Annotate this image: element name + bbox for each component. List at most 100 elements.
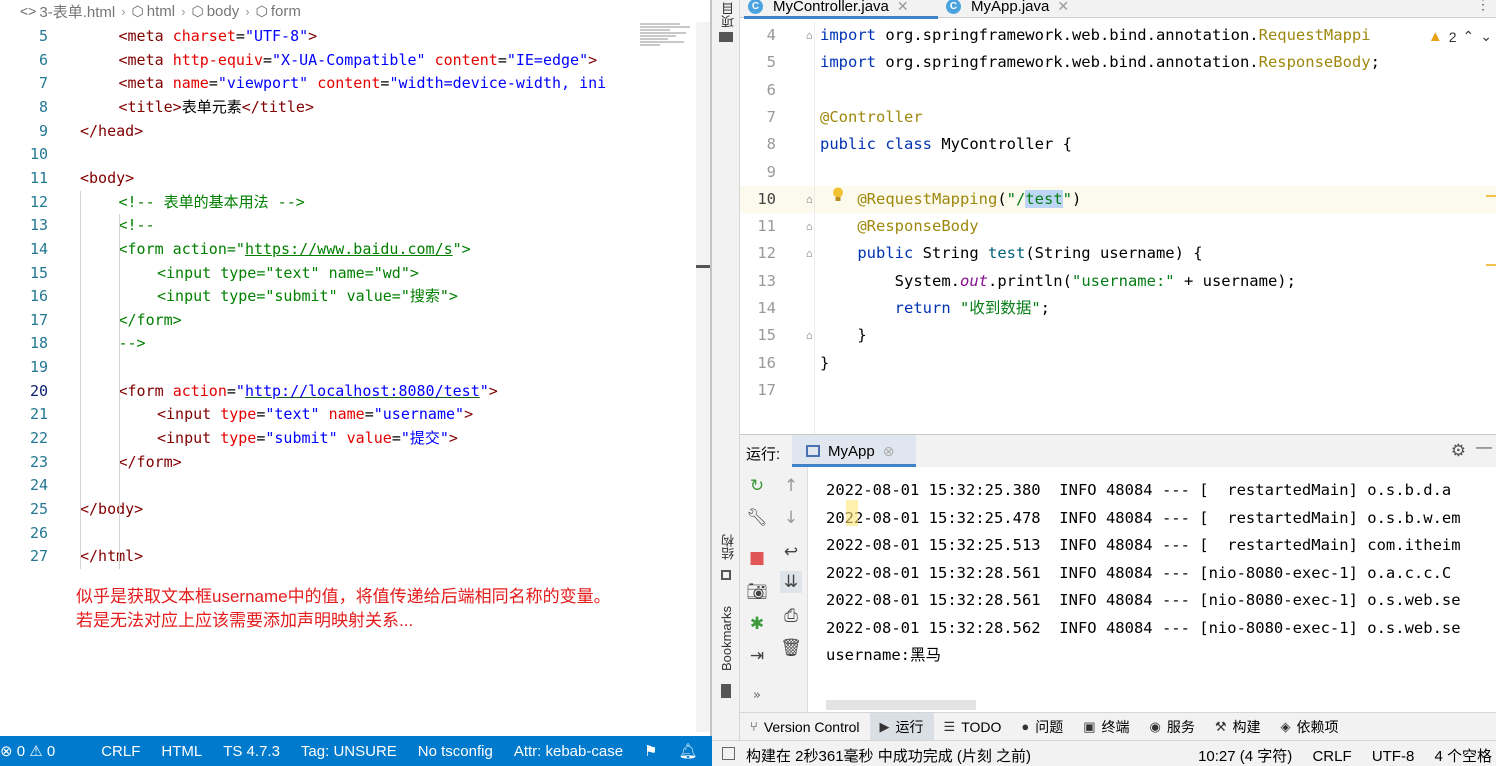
tab-myapp[interactable]: C MyApp.java ✕ bbox=[946, 0, 1069, 16]
code-line[interactable]: 13 System.out.println("username:" + user… bbox=[740, 268, 1496, 295]
structure-tool-label[interactable]: 结构 bbox=[719, 534, 738, 560]
code-line[interactable]: 11 @ResponseBody bbox=[740, 213, 1496, 240]
close-icon[interactable]: ✕ bbox=[1057, 0, 1069, 15]
code-line[interactable]: 7 <meta name="viewport" content="width=de… bbox=[0, 72, 636, 96]
stop-icon[interactable]: ■ bbox=[746, 547, 768, 569]
code-line[interactable]: 9 </head> bbox=[0, 120, 636, 144]
arrow-up-icon[interactable]: ↑ bbox=[780, 475, 802, 497]
bookmarks-tool-label[interactable]: Bookmarks bbox=[719, 606, 734, 671]
debug-icon[interactable]: ✱ bbox=[746, 613, 768, 635]
code-line[interactable]: 10 @RequestMapping("/test") bbox=[740, 186, 1496, 213]
fold-marker-icon[interactable]: ⌂ bbox=[806, 329, 813, 342]
feedback-icon[interactable]: ⚑ bbox=[644, 742, 657, 760]
scroll-to-end-icon[interactable]: ⇊ bbox=[780, 571, 802, 593]
camera-icon[interactable]: 📷︎ bbox=[746, 581, 768, 603]
trash-icon[interactable]: 🗑︎ bbox=[780, 637, 802, 659]
code-line[interactable]: 19 bbox=[0, 356, 636, 380]
project-tool-label[interactable]: 项目 bbox=[719, 2, 738, 28]
tab-mycontroller[interactable]: C MyController.java ✕ bbox=[748, 0, 909, 16]
code-line[interactable]: 23 </form> bbox=[0, 451, 636, 475]
breadcrumb-html[interactable]: html bbox=[147, 3, 175, 20]
line-separator[interactable]: CRLF bbox=[1312, 748, 1351, 765]
tool-tab-todo[interactable]: ☰ TODO bbox=[934, 713, 1012, 741]
gear-icon[interactable]: ⚙ bbox=[1451, 441, 1466, 461]
language-mode[interactable]: HTML bbox=[161, 743, 202, 760]
code-line[interactable]: 18 --> bbox=[0, 332, 636, 356]
breadcrumb-form[interactable]: form bbox=[271, 3, 301, 20]
minimize-icon[interactable]: — bbox=[1476, 439, 1492, 457]
fold-marker-icon[interactable]: ⌂ bbox=[806, 220, 813, 233]
console-hscrollbar[interactable] bbox=[826, 700, 976, 710]
code-line[interactable]: 6 bbox=[740, 77, 1496, 104]
tool-tab-build[interactable]: ⚒ 构建 bbox=[1205, 713, 1271, 741]
exit-icon[interactable]: ⇥ bbox=[746, 645, 768, 667]
run-tab-myapp[interactable]: MyApp ⊗ bbox=[792, 435, 916, 467]
tag-case[interactable]: Tag: UNSURE bbox=[301, 743, 397, 760]
html-editor[interactable]: 5 <meta charset="UTF-8"> 6 <meta http-equiv… bbox=[0, 25, 636, 585]
code-line[interactable]: 12 public String test(String username) { bbox=[740, 240, 1496, 267]
more-tools-icon[interactable]: » bbox=[746, 685, 768, 707]
code-line[interactable]: 10 bbox=[0, 143, 636, 167]
code-line[interactable]: 8 public class MyController { bbox=[740, 131, 1496, 158]
code-line[interactable]: 26 bbox=[0, 522, 636, 546]
java-editor[interactable]: ▲ 2 ⌃ ⌄ 4 import org.springframework.web.… bbox=[740, 22, 1496, 434]
eol-indicator[interactable]: CRLF bbox=[101, 743, 140, 760]
build-message[interactable]: 构建在 2秒361毫秒 中成功完成 (片刻 之前) bbox=[746, 745, 1031, 766]
more-icon[interactable]: ⋮ bbox=[1476, 0, 1490, 13]
rerun-icon[interactable]: ↻ bbox=[746, 475, 768, 497]
fold-marker-icon[interactable]: ⌂ bbox=[806, 193, 813, 206]
arrow-down-icon[interactable]: ↓ bbox=[780, 507, 802, 529]
print-icon[interactable]: ⎙ bbox=[780, 605, 802, 627]
code-line[interactable]: 11 <body> bbox=[0, 167, 636, 191]
code-line[interactable]: 20 <form action="http://localhost:8080/te… bbox=[0, 380, 636, 404]
code-line[interactable]: 24 bbox=[0, 474, 636, 498]
tool-tab-services[interactable]: ◉ 服务 bbox=[1140, 713, 1205, 741]
tool-tab-terminal[interactable]: ▣ 终端 bbox=[1073, 713, 1139, 741]
breadcrumb-file[interactable]: 3-表单.html bbox=[39, 1, 115, 22]
code-line[interactable]: 8 <title>表单元素</title> bbox=[0, 96, 636, 120]
code-line[interactable]: 7 @Controller bbox=[740, 104, 1496, 131]
attr-case[interactable]: Attr: kebab-case bbox=[514, 743, 623, 760]
panel-toggle-icon[interactable] bbox=[722, 747, 735, 760]
fold-marker-icon[interactable]: ⌂ bbox=[806, 247, 813, 260]
code-line[interactable]: 14 return "收到数据"; bbox=[740, 295, 1496, 322]
tool-tab-version-control[interactable]: ⑂ Version Control bbox=[740, 713, 870, 741]
tool-tab-problems[interactable]: ● 问题 bbox=[1011, 713, 1073, 741]
breadcrumb-body[interactable]: body bbox=[207, 3, 240, 20]
problems-count[interactable]: ⊗ 0 ⚠ 0 bbox=[0, 742, 55, 760]
minimap[interactable] bbox=[640, 22, 696, 70]
code-line[interactable]: 12 <!-- 表单的基本用法 --> bbox=[0, 191, 636, 215]
code-line[interactable]: 25 </body> bbox=[0, 498, 636, 522]
code-line[interactable]: 13 <!-- bbox=[0, 214, 636, 238]
soft-wrap-icon[interactable]: ↩ bbox=[780, 541, 802, 563]
editor-scrollbar[interactable] bbox=[696, 22, 710, 732]
close-icon[interactable]: ✕ bbox=[897, 0, 909, 15]
code-line[interactable]: 22 <input type="submit" value="提交"> bbox=[0, 427, 636, 451]
indent-setting[interactable]: 4 个空格 bbox=[1434, 748, 1492, 765]
code-line[interactable]: 27 </html> bbox=[0, 545, 636, 569]
fold-marker-icon[interactable]: ⌂ bbox=[806, 29, 813, 42]
code-line[interactable]: 16 <input type="submit" value="搜索"> bbox=[0, 285, 636, 309]
ts-version[interactable]: TS 4.7.3 bbox=[223, 743, 280, 760]
code-line[interactable]: 6 <meta http-equiv="X-UA-Compatible" cont… bbox=[0, 49, 636, 73]
code-line[interactable]: 16} bbox=[740, 350, 1496, 377]
code-line[interactable]: 17 </form> bbox=[0, 309, 636, 333]
code-line[interactable]: 17 bbox=[740, 377, 1496, 404]
code-line[interactable]: 15 } bbox=[740, 322, 1496, 349]
wrench-icon[interactable]: 🔧︎ bbox=[746, 507, 768, 529]
code-line[interactable]: 9 bbox=[740, 159, 1496, 186]
tsconfig-status[interactable]: No tsconfig bbox=[418, 743, 493, 760]
tool-tab-run[interactable]: ▶ 运行 bbox=[869, 712, 934, 741]
code-line[interactable]: 14 <form action="https://www.baidu.com/s"… bbox=[0, 238, 636, 262]
folder-icon[interactable] bbox=[719, 32, 733, 42]
close-icon[interactable]: ⊗ bbox=[883, 443, 895, 460]
code-line[interactable]: 4 import org.springframework.web.bind.ann… bbox=[740, 22, 1496, 49]
console-output[interactable]: 2022-08-01 15:32:25.380 INFO 48084 --- [… bbox=[808, 467, 1496, 713]
code-line[interactable]: 21 <input type="text" name="username"> bbox=[0, 403, 636, 427]
caret-position[interactable]: 10:27 (4 字符) bbox=[1198, 748, 1292, 765]
file-encoding[interactable]: UTF-8 bbox=[1372, 748, 1415, 765]
code-line[interactable]: 5 import org.springframework.web.bind.ann… bbox=[740, 49, 1496, 76]
code-line[interactable]: 5 <meta charset="UTF-8"> bbox=[0, 25, 636, 49]
tool-tab-dependencies[interactable]: ◈ 依赖项 bbox=[1271, 713, 1349, 741]
bell-icon[interactable]: 🔔︎ bbox=[679, 742, 698, 760]
